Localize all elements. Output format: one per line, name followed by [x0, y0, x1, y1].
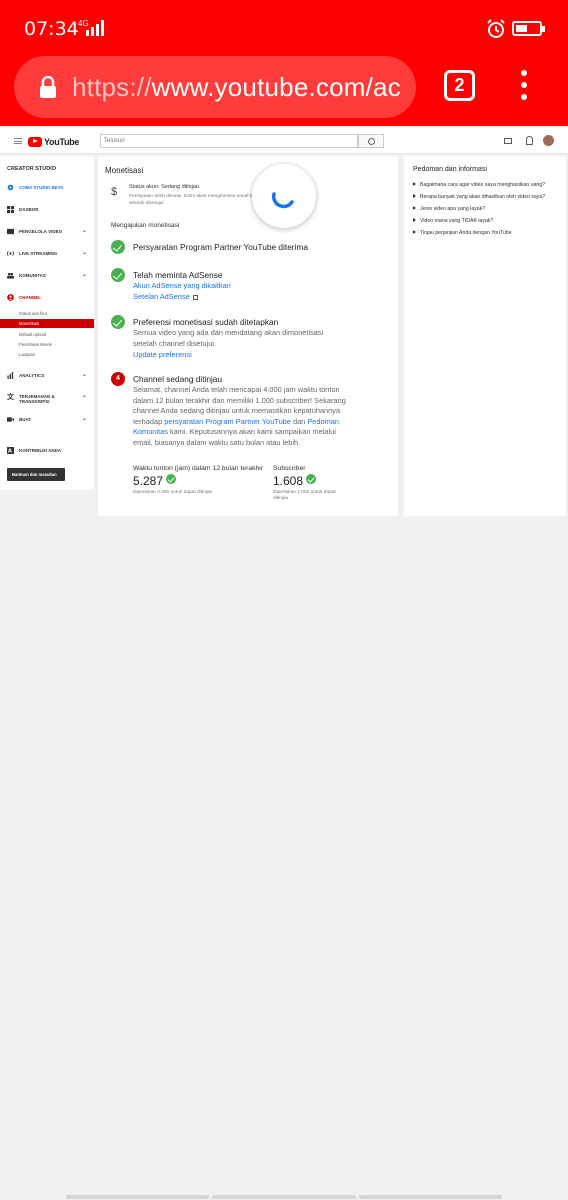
subscriber-note: Diperlukan 1.000 untuk dapat ditinjau	[273, 490, 336, 501]
chevron-down-icon: ⌄	[82, 228, 88, 234]
live-streaming-icon	[7, 251, 14, 256]
guideline-link[interactable]: Jenis video apa yang layak?	[413, 206, 485, 212]
step4-description: Selamat, channel Anda telah mencapai 4.0…	[133, 385, 346, 447]
battery-icon	[512, 21, 545, 36]
sidebar-title: CREATOR STUDIO	[7, 166, 56, 172]
watch-time-value: 5.287	[133, 474, 177, 488]
check-circle-icon	[111, 315, 125, 329]
ypp-requirements-link[interactable]: persyaratan Program Partner YouTube	[164, 417, 291, 426]
tab-switcher-button[interactable]: 2	[444, 70, 475, 101]
step-adsense: Telah meminta AdSense Akun AdSense yang …	[111, 268, 351, 308]
help-feedback-button[interactable]: Bantuan dan masukan	[7, 468, 65, 481]
nav-segment[interactable]	[66, 1195, 210, 1199]
sidebar-subitem-advanced[interactable]: Lanjutan	[19, 352, 35, 357]
sidebar-item-live-streaming[interactable]: LIVE STREAMING ⌄	[0, 248, 94, 260]
search-input[interactable]: Telusuri	[100, 134, 358, 148]
step3-description: Semua video yang ada dan mendatang akan …	[133, 328, 324, 348]
upload-video-icon[interactable]	[504, 138, 512, 144]
creator-studio-sidebar: CREATOR STUDIO COBA STUDIO BETA DASBOR P…	[0, 156, 94, 490]
guidelines-heading: Pedoman dan informasi	[413, 166, 487, 173]
nav-segment[interactable]	[358, 1195, 502, 1199]
guidelines-card: Pedoman dan informasi Bagaimana cara aga…	[404, 156, 566, 516]
watch-time-label: Waktu tonton (jam) dalam 12 bulan terakh…	[133, 465, 264, 472]
sidebar-item-channel[interactable]: CHANNEL	[0, 292, 94, 304]
check-circle-icon	[111, 268, 125, 282]
account-circle-icon	[7, 294, 14, 301]
chevron-down-icon: ⌄	[82, 416, 88, 422]
section-heading: Mengajukan monetisasi	[111, 222, 180, 229]
notifications-bell-icon[interactable]	[526, 136, 533, 145]
signal-icon	[86, 20, 104, 36]
system-navigation-bar[interactable]	[66, 1195, 502, 1199]
contributions-icon: A	[7, 447, 14, 454]
dashboard-icon	[7, 206, 14, 213]
nav-segment[interactable]	[212, 1195, 356, 1199]
translate-icon: 文	[7, 393, 14, 400]
check-circle-icon	[166, 474, 177, 484]
step-ypp-terms: Persyaratan Program Partner YouTube dite…	[111, 240, 351, 256]
youtube-header: YouTube Telusuri	[0, 128, 568, 154]
svg-text:文: 文	[7, 393, 14, 400]
subscriber-value: 1.608	[273, 474, 317, 488]
avatar[interactable]	[543, 135, 554, 146]
step-monetization-preferences: Preferensi monetisasi sudah ditetapkan S…	[111, 315, 351, 365]
sidebar-item-try-beta[interactable]: COBA STUDIO BETA	[0, 182, 94, 194]
check-circle-icon	[306, 474, 317, 484]
chevron-down-icon: ⌄	[82, 250, 88, 256]
chevron-down-icon: ⌄	[82, 393, 88, 399]
chevron-down-icon: ⌄	[82, 272, 88, 278]
address-bar[interactable]: https://www.youtube.com/ac	[14, 56, 416, 118]
youtube-play-icon	[28, 136, 42, 147]
search-button[interactable]	[358, 134, 384, 148]
hamburger-menu-icon[interactable]	[14, 138, 22, 144]
sidebar-item-video-manager[interactable]: PENGELOLA VIDEO ⌄	[0, 226, 94, 238]
step-number-badge: 4	[111, 372, 125, 386]
clock: 07:34	[24, 18, 79, 40]
sidebar-item-translations[interactable]: 文 TERJEMAHAN & TRANSKRIPSI ⌄	[0, 391, 94, 407]
monetization-card: Monetisasi $ Status akun: Sedang ditinja…	[98, 156, 398, 516]
sidebar-item-contributions[interactable]: A KONTRIBUSI ANDA	[0, 445, 94, 457]
update-preferences-link[interactable]: Update preferensi	[133, 350, 192, 359]
create-video-icon	[7, 417, 14, 422]
gear-icon	[7, 184, 14, 191]
video-manager-icon	[7, 228, 14, 235]
step-channel-review: 4 Channel sedang ditinjau Selamat, chann…	[111, 372, 351, 512]
sidebar-subitem-upload-defaults[interactable]: Default upload	[19, 332, 46, 337]
adsense-settings-link[interactable]: Setelan AdSense	[133, 292, 198, 301]
linked-adsense-link[interactable]: Akun AdSense yang dikaitkan	[133, 281, 231, 290]
account-status: Status akun: Sedang ditinjau	[129, 184, 200, 190]
lock-icon	[40, 76, 56, 98]
check-circle-icon	[111, 240, 125, 254]
dollar-icon: $	[111, 186, 118, 198]
youtube-logo[interactable]: YouTube	[28, 136, 79, 147]
sidebar-item-dashboard[interactable]: DASBOR	[0, 204, 94, 216]
status-bar: 07:34 4G	[0, 0, 568, 56]
sidebar-item-analytics[interactable]: ANALYTICS ⌄	[0, 370, 94, 382]
sidebar-item-create[interactable]: BUAT ⌄	[0, 414, 94, 426]
external-link-icon	[192, 294, 198, 300]
loading-spinner	[252, 164, 316, 228]
sidebar-item-community[interactable]: KOMUNITAS ⌄	[0, 270, 94, 282]
page-title: Monetisasi	[105, 166, 144, 175]
guideline-link[interactable]: Berapa banyak yang akan dihasilkan oleh …	[413, 194, 545, 200]
alarm-icon	[487, 19, 505, 38]
watch-time-note: Diperlukan 4.000 untuk dapat ditinjau	[133, 490, 213, 495]
guideline-link[interactable]: Video mana yang TIDAK layak?	[413, 218, 493, 224]
community-icon	[7, 272, 14, 279]
subscriber-metric: Subscriber 1.608 Diperlukan 1.000 untuk …	[273, 465, 336, 501]
browser-toolbar: https://www.youtube.com/ac 2	[0, 56, 568, 126]
analytics-icon	[7, 372, 14, 379]
browser-menu-icon[interactable]	[516, 70, 532, 102]
chevron-down-icon: ⌄	[82, 372, 88, 378]
spinner-icon	[271, 192, 294, 209]
sidebar-subitem-monetization[interactable]: Monetisasi	[0, 319, 94, 328]
guideline-link[interactable]: Tinjau perjanjian Anda dengan YouTube	[413, 230, 512, 236]
subscriber-label: Subscriber	[273, 465, 306, 472]
watch-time-metric: Waktu tonton (jam) dalam 12 bulan terakh…	[133, 465, 264, 495]
sidebar-subitem-status-features[interactable]: Status dan fitur	[19, 311, 47, 316]
sidebar-subitem-branding[interactable]: Pencitraan Merek	[19, 342, 52, 347]
guideline-link[interactable]: Bagaimana cara agar video saya menghasil…	[413, 182, 545, 188]
url-text[interactable]: https://www.youtube.com/ac	[72, 72, 401, 103]
